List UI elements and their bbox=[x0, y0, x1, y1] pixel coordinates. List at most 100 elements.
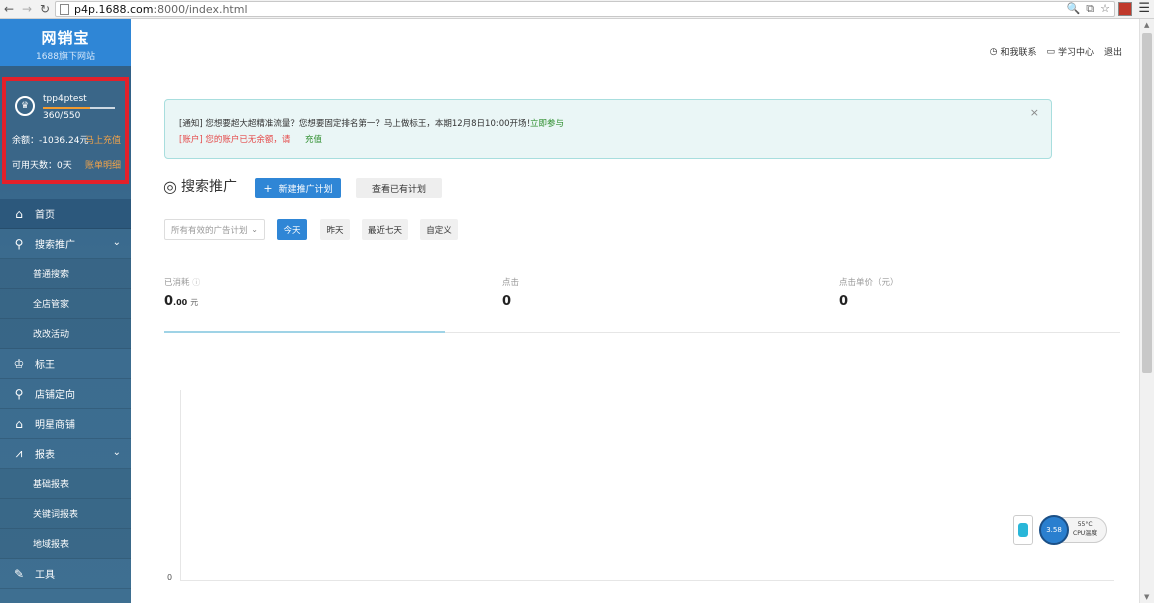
sidebar-item-search-promotion[interactable]: ⚲ 搜索推广 ⌄ bbox=[0, 229, 131, 259]
sidebar-subitem-store-manager[interactable]: 全店管家 bbox=[0, 289, 131, 319]
new-plan-label: 新建推广计划 bbox=[278, 184, 333, 195]
plan-select-value: 所有有效的广告计划 bbox=[171, 225, 248, 236]
spent-label-text: 已消耗 bbox=[164, 278, 190, 288]
sidebar-item-label: 报表 bbox=[35, 450, 55, 461]
page-title: ◎ 搜索推广 bbox=[163, 176, 237, 196]
android-icon[interactable] bbox=[1013, 515, 1033, 545]
page-title-text: 搜索推广 bbox=[180, 179, 237, 195]
sidebar-subitem-region-report[interactable]: 地域报表 bbox=[0, 529, 131, 559]
range-yesterday-button[interactable]: 昨天 bbox=[320, 219, 350, 240]
scroll-up-icon[interactable]: ▲ bbox=[1144, 21, 1149, 29]
address-bar[interactable]: p4p.1688.com:8000/index.html bbox=[55, 1, 1115, 17]
chart-y-axis bbox=[180, 390, 181, 580]
forward-icon[interactable]: → bbox=[18, 0, 36, 18]
zoom-icon[interactable]: 🔍 bbox=[1067, 2, 1081, 16]
logout-link[interactable]: 退出 bbox=[1104, 45, 1122, 58]
close-icon[interactable]: × bbox=[1030, 106, 1039, 119]
bookmark-star-icon[interactable]: ☆ bbox=[1100, 2, 1110, 16]
extension-icon[interactable] bbox=[1118, 2, 1132, 16]
avatar-icon: ♛ bbox=[15, 96, 35, 116]
new-plan-button[interactable]: + 新建推广计划 bbox=[255, 178, 341, 198]
translate-icon[interactable]: ⧉ bbox=[1086, 2, 1094, 16]
clock-icon: ◷ bbox=[989, 46, 998, 57]
spent-value-int: 0 bbox=[164, 294, 174, 309]
range-today-button[interactable]: 今天 bbox=[277, 219, 307, 240]
crown-icon: ♔ bbox=[13, 356, 25, 371]
chevron-down-icon: ⌄ bbox=[112, 447, 121, 458]
wrench-icon: ✎ bbox=[13, 566, 25, 581]
sidebar-item-label: 工具 bbox=[35, 570, 55, 581]
presentation-icon: ▭ bbox=[1046, 46, 1055, 57]
contact-label: 和我联系 bbox=[1000, 48, 1037, 58]
range-custom-button[interactable]: 自定义 bbox=[420, 219, 458, 240]
chart-line-icon: ⩘ bbox=[15, 446, 23, 460]
sidebar-item-biaowang[interactable]: ♔ 标王 bbox=[0, 349, 131, 379]
sidebar-item-star-shop[interactable]: ⌂ 明星商铺 bbox=[0, 409, 131, 439]
contact-link[interactable]: ◷ 和我联系 bbox=[989, 45, 1037, 59]
reload-icon[interactable]: ↻ bbox=[36, 0, 54, 18]
shop-icon: ⌂ bbox=[15, 416, 23, 431]
cpu-temp-label: CPU温度 bbox=[1073, 530, 1098, 537]
logo-title: 网销宝 bbox=[41, 29, 90, 47]
account-panel: ♛ tpp4ptest 360/550 余额：-1036.24元 马上充值 可用… bbox=[2, 77, 129, 184]
sidebar-subitem-keyword-report[interactable]: 关键词报表 bbox=[0, 499, 131, 529]
learning-center-link[interactable]: ▭ 学习中心 bbox=[1046, 45, 1094, 59]
sidebar-subitem-basic-report[interactable]: 基础报表 bbox=[0, 469, 131, 499]
url-host: p4p.1688.com bbox=[74, 2, 154, 16]
cpu-temp-value: 55°C bbox=[1077, 521, 1093, 528]
speed-gauge: 3.58 bbox=[1039, 515, 1069, 545]
location-pin-icon: ⚲ bbox=[14, 386, 24, 401]
notice-account-text: [账户] 您的账户已无余额，请 bbox=[179, 135, 291, 145]
target-icon: ◎ bbox=[163, 176, 177, 196]
scroll-down-icon[interactable]: ▼ bbox=[1144, 593, 1149, 601]
spent-value-decimal: .00 bbox=[173, 298, 188, 307]
sidebar-subitem-activity[interactable]: 改改活动 bbox=[0, 319, 131, 349]
chevron-down-icon: ⌄ bbox=[251, 225, 258, 234]
sidebar-item-reports[interactable]: ⩘ 报表 ⌄ bbox=[0, 439, 131, 469]
account-username: tpp4ptest bbox=[43, 94, 87, 104]
cpc-value: 0 bbox=[839, 294, 849, 309]
plan-select[interactable]: 所有有效的广告计划 ⌄ bbox=[164, 219, 265, 240]
page-icon bbox=[60, 3, 69, 15]
level-progress-bar bbox=[43, 107, 115, 109]
spent-unit: 元 bbox=[190, 298, 199, 307]
browser-menu-icon[interactable]: ☰ bbox=[1138, 1, 1150, 16]
sidebar-item-label: 首页 bbox=[35, 210, 55, 221]
search-icon: ⚲ bbox=[14, 236, 24, 251]
notice-banner: [通知] 您想要超大超精准流量？您想要固定排名第一？马上做标王，本期12月8日1… bbox=[164, 99, 1052, 159]
stats-active-indicator bbox=[164, 331, 445, 333]
header-links: ◷ 和我联系 ▭ 学习中心 退出 bbox=[989, 45, 1122, 59]
browser-toolbar: ← → ↻ p4p.1688.com:8000/index.html 🔍 ⧉ ☆… bbox=[0, 0, 1154, 19]
back-icon[interactable]: ← bbox=[0, 0, 18, 18]
page-scrollbar[interactable]: ▲ ▼ bbox=[1139, 19, 1154, 603]
sidebar-item-label: 明星商铺 bbox=[35, 420, 75, 431]
sidebar-item-label: 搜索推广 bbox=[35, 240, 75, 251]
cpc-label: 点击单价（元） bbox=[839, 278, 899, 288]
sidebar-item-label: 标王 bbox=[35, 360, 55, 371]
notice-recharge-link[interactable]: 充值 bbox=[305, 133, 322, 145]
spent-value: 0.00 元 bbox=[164, 294, 198, 309]
learning-center-label: 学习中心 bbox=[1057, 48, 1094, 58]
home-icon: ⌂ bbox=[15, 206, 23, 221]
plus-icon: + bbox=[263, 181, 273, 195]
sidebar-subitem-normal-search[interactable]: 普通搜索 bbox=[0, 259, 131, 289]
sidebar: 网销宝 1688旗下网站 ♛ tpp4ptest 360/550 余额：-103… bbox=[0, 19, 131, 603]
recharge-link[interactable]: 马上充值 bbox=[85, 133, 121, 146]
sidebar-item-store-targeting[interactable]: ⚲ 店铺定向 bbox=[0, 379, 131, 409]
range-last7-button[interactable]: 最近七天 bbox=[362, 219, 408, 240]
chart-y-zero-label: 0 bbox=[167, 573, 173, 582]
logo[interactable]: 网销宝 1688旗下网站 bbox=[0, 19, 131, 66]
clicks-label: 点击 bbox=[502, 278, 520, 288]
level-progress-fill bbox=[43, 107, 90, 109]
system-monitor-widget[interactable]: 3.58 55°C CPU温度 bbox=[1013, 515, 1107, 545]
sidebar-item-label: 店铺定向 bbox=[35, 390, 75, 401]
bill-details-link[interactable]: 账单明细 bbox=[85, 158, 121, 171]
sidebar-item-home[interactable]: ⌂ 首页 bbox=[0, 199, 131, 229]
sidebar-item-tools[interactable]: ✎ 工具 bbox=[0, 559, 131, 589]
view-plans-button[interactable]: 查看已有计划 bbox=[356, 178, 442, 198]
scroll-thumb[interactable] bbox=[1142, 33, 1152, 373]
help-icon[interactable]: ⓘ bbox=[192, 278, 200, 287]
chart-x-axis bbox=[180, 580, 1114, 581]
join-now-link[interactable]: 立即参与 bbox=[530, 117, 564, 129]
spent-label: 已消耗 ⓘ bbox=[164, 276, 200, 288]
